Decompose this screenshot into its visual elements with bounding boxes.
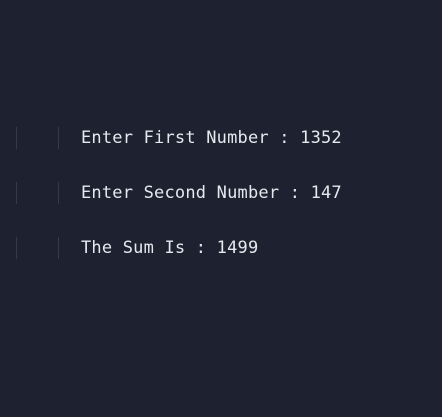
indent-guide <box>16 127 17 149</box>
indent-guide <box>16 237 17 259</box>
indent-guide <box>16 182 17 204</box>
indent-guide <box>58 237 59 259</box>
console-output-panel: Enter First Number : 1352 Enter Second N… <box>0 0 442 417</box>
indent-guide <box>58 127 59 149</box>
output-line-first-number: Enter First Number : 1352 <box>81 128 342 148</box>
indent-guide <box>58 182 59 204</box>
output-line-second-number: Enter Second Number : 147 <box>81 183 342 203</box>
output-line-sum: The Sum Is : 1499 <box>81 238 259 258</box>
